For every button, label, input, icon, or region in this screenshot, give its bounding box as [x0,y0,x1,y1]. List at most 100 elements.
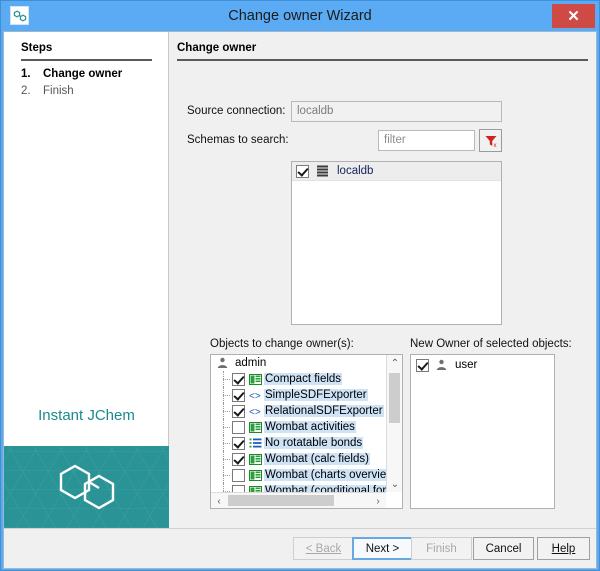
table-view-icon [248,453,263,466]
tree-item[interactable]: Wombat activities [211,419,386,435]
next-button-label: Next > [366,543,400,555]
finish-button[interactable]: Finish [411,537,472,560]
object-label: SimpleSDFExporter [264,389,368,401]
object-checkbox[interactable] [232,485,245,493]
page-title: Change owner [177,42,256,54]
brand-banner [4,446,169,528]
tree-item[interactable]: No rotatable bonds [211,435,386,451]
title-bar: Change owner Wizard ✕ [1,1,599,31]
tree-root-label: admin [235,357,266,369]
tree-indent [215,419,232,435]
schema-name: localdb [337,165,373,177]
object-checkbox[interactable] [232,453,245,466]
object-label: Wombat (calc fields) [264,453,370,465]
database-schema-icon [315,165,330,178]
tree-item[interactable]: <> SimpleSDFExporter [211,387,386,403]
tree-indent [215,371,232,387]
user-icon [434,359,449,372]
brand-name: Instant JChem [4,407,169,424]
dialog-body: Steps 1. Change owner 2. Finish Instant … [3,31,597,569]
user-icon [215,357,230,370]
tree-indent [215,387,232,403]
back-button-label: < Back [306,543,341,555]
source-connection-label: Source connection: [187,105,285,117]
schema-list[interactable]: localdb [291,161,502,325]
source-connection-input[interactable]: localdb [291,101,502,122]
tree-item[interactable]: Compact fields [211,371,386,387]
filter-input[interactable]: filter [378,130,475,151]
back-button[interactable]: < Back [293,537,354,560]
steps-divider [21,59,152,61]
scroll-thumb-horizontal[interactable] [228,495,334,506]
svg-text:<>: <> [249,407,261,417]
list-item[interactable]: user [411,355,554,373]
object-label: Compact fields [264,373,342,385]
object-checkbox[interactable] [232,469,245,482]
object-label: RelationalSDFExporter [264,405,384,417]
object-label: Wombat (conditional forma [264,485,386,492]
object-label: Wombat (charts overview) [264,469,386,481]
help-button[interactable]: Help [537,537,590,560]
svg-text:x: x [493,143,496,148]
objects-tree-content: admin Compact fields < [211,355,386,492]
steps-heading: Steps [21,42,52,54]
change-owner-wizard-window: Change owner Wizard ✕ Steps 1. Change ow… [0,0,600,571]
step-number: 1. [21,68,37,80]
list-icon [248,437,263,450]
objects-vertical-scrollbar[interactable]: ⌃ ⌄ [386,355,402,492]
dialog-footer: < Back Next > Finish Cancel Help [4,528,596,568]
new-owner-label: New Owner of selected objects: [410,338,572,350]
object-checkbox[interactable] [232,405,245,418]
object-checkbox[interactable] [232,389,245,402]
schema-checkbox[interactable] [296,165,309,178]
schemas-to-search-label: Schemas to search: [187,134,289,146]
tree-indent [215,451,232,467]
tree-root-admin[interactable]: admin [211,355,386,371]
step-number: 2. [21,85,37,97]
next-button[interactable]: Next > [352,537,413,560]
scroll-left-arrow[interactable]: ‹ [211,493,227,509]
scroll-down-arrow[interactable]: ⌄ [387,476,403,492]
code-brackets-icon: <> [248,389,263,402]
objects-tree[interactable]: admin Compact fields < [210,354,403,509]
finish-button-label: Finish [426,543,457,555]
help-button-label: Help [552,543,576,555]
tree-item[interactable]: Wombat (calc fields) [211,451,386,467]
objects-list-label: Objects to change owner(s): [210,338,354,350]
tree-indent [215,483,232,492]
table-view-icon [248,421,263,434]
objects-horizontal-scrollbar[interactable]: ‹ › [211,492,386,508]
object-checkbox[interactable] [232,373,245,386]
funnel-clear-icon[interactable]: x [479,129,502,152]
window-title: Change owner Wizard [1,1,599,31]
tree-indent [215,403,232,419]
tree-indent [215,435,232,451]
object-label: Wombat activities [264,421,356,433]
page-title-divider [177,59,588,61]
wizard-page: Change owner Source connection: localdb … [170,32,596,528]
scroll-up-arrow[interactable]: ⌃ [387,355,403,371]
object-label: No rotatable bonds [264,437,363,449]
scroll-right-arrow[interactable]: › [370,493,386,509]
object-checkbox[interactable] [232,421,245,434]
tree-item[interactable]: Wombat (charts overview) [211,467,386,483]
cancel-button-label: Cancel [486,543,522,555]
object-checkbox[interactable] [232,437,245,450]
steps-sidebar: Steps 1. Change owner 2. Finish Instant … [4,32,169,528]
tree-item[interactable]: Wombat (conditional forma [211,483,386,492]
close-button[interactable]: ✕ [552,4,595,28]
step-label: Change owner [43,68,122,80]
scroll-thumb-vertical[interactable] [389,373,400,423]
step-label: Finish [43,85,74,97]
code-brackets-icon: <> [248,405,263,418]
new-owner-list[interactable]: user [410,354,555,509]
table-view-icon [248,469,263,482]
owner-checkbox[interactable] [416,359,429,372]
owner-name: user [455,359,477,371]
list-item[interactable]: localdb [292,162,501,181]
tree-item[interactable]: <> RelationalSDFExporter [211,403,386,419]
table-view-icon [248,485,263,493]
table-view-icon [248,373,263,386]
cancel-button[interactable]: Cancel [473,537,534,560]
svg-text:<>: <> [249,391,261,401]
